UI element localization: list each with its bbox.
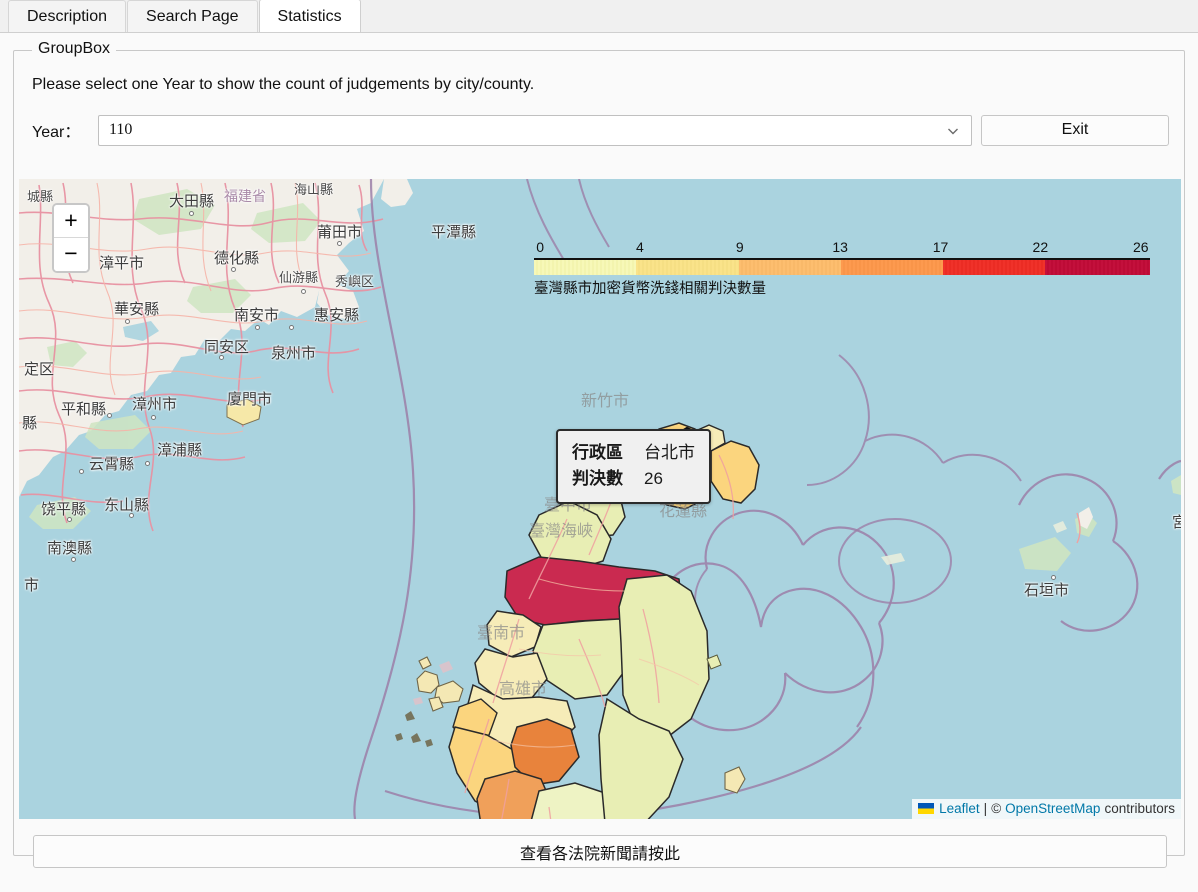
legend-title: 臺灣縣市加密貨幣洗錢相關判決數量 [534, 281, 766, 297]
legend-tick: 9 [735, 239, 744, 255]
tooltip-district-key: 行政區 [572, 443, 623, 462]
court-news-button[interactable]: 查看各法院新聞請按此 [33, 835, 1167, 868]
year-row: Year： 110 Exit [32, 114, 1170, 146]
year-select[interactable]: 110 [98, 114, 972, 146]
tab-bar: Description Search Page Statistics [0, 0, 1198, 33]
ukraine-flag-icon [918, 803, 935, 814]
legend-tick-labels: 0 4 9 13 17 22 26 [534, 239, 1150, 258]
instruction-text: Please select one Year to show the count… [32, 76, 535, 93]
legend-segment [534, 260, 637, 275]
legend-segment [738, 260, 841, 275]
map-attribution: Leaflet | © OpenStreetMap contributors [912, 799, 1181, 819]
legend-tick: 0 [536, 239, 545, 255]
groupbox: GroupBox Please select one Year to show … [13, 40, 1185, 868]
legend-tick: 26 [1132, 239, 1149, 255]
tab-statistics[interactable]: Statistics [258, 0, 361, 32]
leaflet-link[interactable]: Leaflet [939, 801, 980, 816]
tooltip-district-value: 台北市 [644, 443, 695, 462]
contributors-text: contributors [1104, 801, 1175, 816]
legend-tick: 13 [832, 239, 848, 255]
tooltip-count-value: 26 [644, 469, 663, 488]
year-label: Year： [32, 124, 81, 141]
year-selected-value: 110 [109, 121, 133, 138]
tab-description[interactable]: Description [8, 0, 127, 32]
tab-panel-statistics: GroupBox Please select one Year to show … [0, 33, 1198, 892]
chevron-down-icon [947, 124, 959, 136]
tab-search-page[interactable]: Search Page [127, 0, 258, 32]
legend-tick: 4 [636, 239, 644, 255]
legend-segment [943, 260, 1046, 275]
zoom-in-button[interactable]: + [54, 205, 88, 238]
copyright-symbol: © [991, 801, 1002, 816]
tooltip-row-district: 行政區 台北市 [572, 440, 695, 466]
leaflet-map[interactable]: 城縣 大田縣 福建省 莆田市 平潭縣 漳平市 德化縣 仙游縣 秀嶼区 華安縣 南… [19, 179, 1181, 819]
application-window: Description Search Page Statistics Group… [0, 0, 1198, 892]
openstreetmap-link[interactable]: OpenStreetMap [1005, 801, 1100, 816]
attribution-separator: | [983, 801, 988, 816]
tooltip-row-count: 判決數 26 [572, 466, 695, 492]
zoom-out-button[interactable]: − [54, 238, 88, 271]
map-tile-layer: 城縣 大田縣 福建省 莆田市 平潭縣 漳平市 德化縣 仙游縣 秀嶼区 華安縣 南… [19, 179, 1181, 819]
legend-segment [636, 260, 739, 275]
map-legend: 0 4 9 13 17 22 26 臺灣縣市加密貨幣洗錢相關判決數量 [534, 239, 1150, 298]
region-tooltip: 行政區 台北市 判決數 26 [556, 429, 711, 504]
legend-segment [840, 260, 943, 275]
tooltip-count-key: 判決數 [572, 469, 623, 488]
groupbox-legend: GroupBox [32, 40, 117, 58]
legend-tick: 22 [1032, 239, 1049, 255]
zoom-control[interactable]: + − [52, 203, 90, 273]
legend-segment [1045, 260, 1150, 275]
legend-colorbar [534, 258, 1150, 275]
exit-button[interactable]: Exit [981, 114, 1169, 146]
legend-tick: 17 [932, 239, 949, 255]
